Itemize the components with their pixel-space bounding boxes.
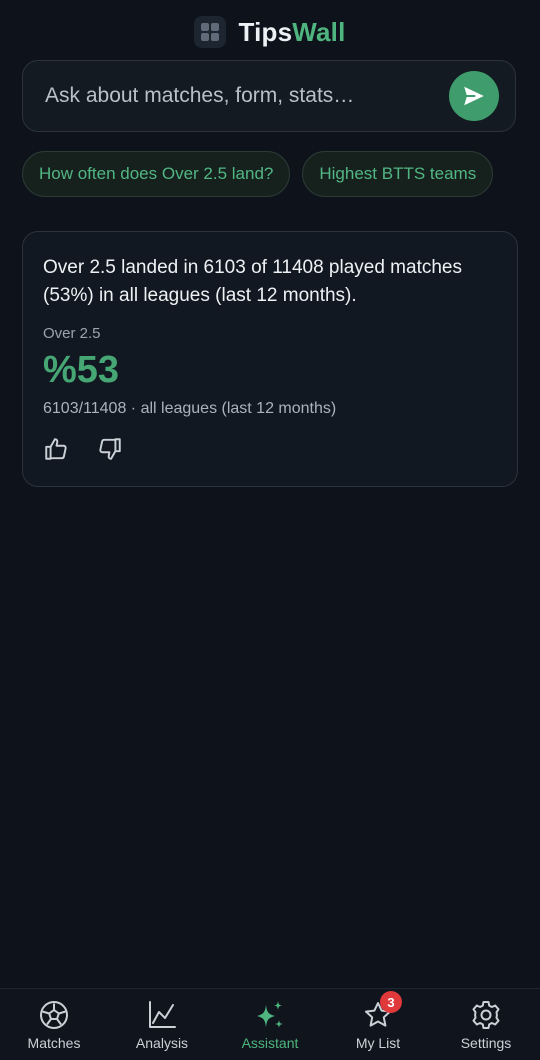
nav-label-settings: Settings <box>460 1035 512 1051</box>
metric-label: Over 2.5 <box>43 325 101 342</box>
grid-logo-icon <box>194 16 227 48</box>
feedback-row <box>43 436 497 462</box>
line-chart-icon <box>149 1001 176 1028</box>
answer-text: Over 2.5 landed in 6103 of 11408 played … <box>43 257 462 306</box>
gear-icon <box>472 1001 500 1029</box>
brand-part-wall: Wall <box>292 16 346 47</box>
suggestion-chip-over-2-5[interactable]: How often does Over 2.5 land? <box>22 151 291 197</box>
nav-label-matches: Matches <box>27 1035 81 1051</box>
nav-item-matches[interactable]: Matches <box>0 989 108 1060</box>
ask-box <box>22 60 516 132</box>
send-button[interactable] <box>449 71 499 121</box>
my-list-count-badge: 3 <box>380 991 402 1013</box>
nav-item-assistant[interactable]: Assistant <box>216 989 324 1060</box>
nav-label-analysis: Analysis <box>135 1035 189 1051</box>
ask-input[interactable] <box>23 60 449 132</box>
thumbs-up-icon[interactable] <box>43 436 69 462</box>
nav-item-settings[interactable]: Settings <box>432 989 540 1060</box>
nav-item-analysis[interactable]: Analysis <box>108 989 216 1060</box>
soccer-ball-icon <box>40 1001 68 1029</box>
brand-part-tips: Tips <box>238 16 293 47</box>
thumbs-down-icon[interactable] <box>97 436 123 462</box>
metric-value: %53 <box>43 349 120 391</box>
app-header: TipsWall <box>0 14 540 50</box>
send-icon <box>464 86 484 106</box>
suggestion-chips: How often does Over 2.5 land? Highest BT… <box>22 151 518 197</box>
answer-card: Over 2.5 landed in 6103 of 11408 played … <box>22 231 518 487</box>
nav-label-assistant: Assistant <box>241 1035 299 1051</box>
sparkles-icon <box>257 1001 283 1028</box>
bottom-navigation: Matches Analysis Assistant 3 My List Set… <box>0 988 540 1060</box>
app-title: TipsWall <box>238 17 345 48</box>
nav-label-my-list: My List <box>355 1035 401 1051</box>
star-icon-wrapper: 3 <box>362 991 402 1031</box>
metric-subtext: 6103/11408 · all leagues (last 12 months… <box>43 400 337 417</box>
nav-item-my-list[interactable]: 3 My List <box>324 989 432 1060</box>
suggestion-chip-btts[interactable]: Highest BTTS teams <box>302 151 494 197</box>
assistant-screen: TipsWall How often does Over 2.5 land? H… <box>0 0 540 1060</box>
